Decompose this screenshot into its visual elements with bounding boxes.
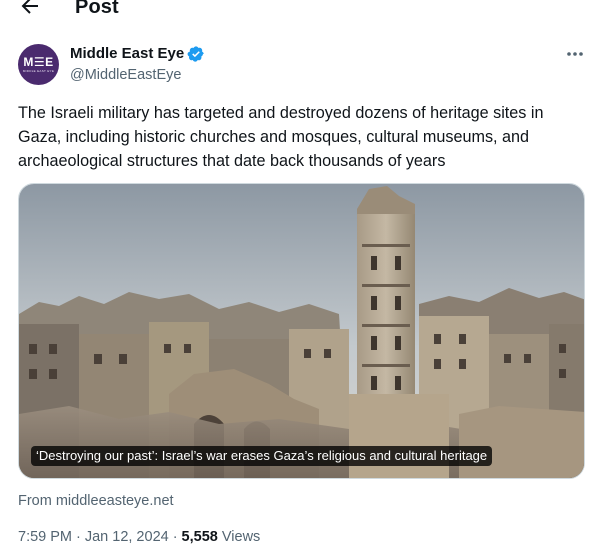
card-title: ‘Destroying our past’: Israel’s war eras… <box>31 446 493 466</box>
tweet-text: The Israeli military has targeted and de… <box>18 104 544 170</box>
views-count: 5,558 <box>181 529 218 545</box>
avatar-logo-subtext: MIDDLE EAST EYE <box>22 69 55 73</box>
post-header: Post <box>0 0 600 24</box>
avatar[interactable]: M☰E MIDDLE EAST EYE <box>18 44 59 85</box>
avatar-logo-mark: M☰E <box>23 55 54 69</box>
arrow-left-icon[interactable] <box>18 0 42 18</box>
more-horizontal-icon[interactable] <box>562 44 588 64</box>
post-date[interactable]: Jan 12, 2024 <box>85 529 169 545</box>
link-card[interactable]: ‘Destroying our past’: Israel’s war eras… <box>18 183 585 479</box>
card-source-link[interactable]: From middleeasteye.net <box>18 491 174 511</box>
views-label: Views <box>221 529 261 545</box>
post-time[interactable]: 7:59 PM <box>18 529 72 545</box>
author-handle[interactable]: @MiddleEastEye <box>70 65 181 85</box>
page-title: Post <box>75 0 119 18</box>
verified-badge-icon <box>187 46 204 62</box>
author-display-name[interactable]: Middle East Eye <box>70 44 184 64</box>
card-photo <box>19 184 584 478</box>
tweet-metadata: 7:59 PM · Jan 12, 2024 · 5,558 Views <box>18 529 261 545</box>
